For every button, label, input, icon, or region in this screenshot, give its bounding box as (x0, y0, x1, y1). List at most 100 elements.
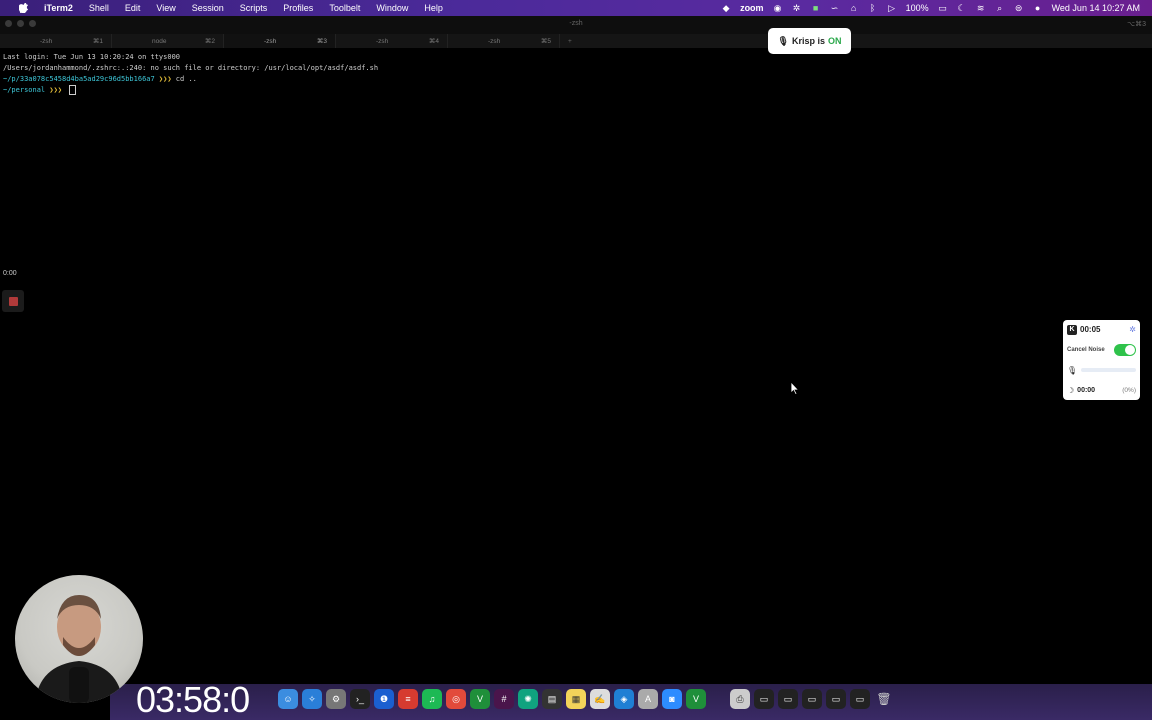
signature-app-icon[interactable]: ✍ (590, 689, 610, 709)
menu-item-shell[interactable]: Shell (81, 3, 117, 13)
minimized-window-icon[interactable]: ▭ (802, 689, 822, 709)
terminal-line: /Users/jordanhammond/.zshrc:.:240: no su… (3, 64, 379, 72)
todoist-icon[interactable]: ≡ (398, 689, 418, 709)
terminal-line: ~/personal ❯❯❯ (3, 85, 378, 96)
onepassword-icon[interactable]: ◉ (773, 3, 783, 13)
tab-shortcut: ⌘2 (204, 38, 215, 45)
tab-1[interactable]: -zsh ⌘1 (0, 34, 112, 48)
terminal-command: cd .. (175, 75, 197, 83)
krisp-toast-label: Krisp is (791, 36, 825, 46)
menu-bar: iTerm2 Shell Edit View Session Scripts P… (0, 0, 1152, 16)
window-title: -zsh (569, 20, 583, 27)
notes-icon[interactable]: ▦ (566, 689, 586, 709)
menu-item-help[interactable]: Help (416, 3, 451, 13)
tab-2[interactable]: node ⌘2 (112, 34, 224, 48)
text-cursor (69, 85, 77, 95)
minimized-window-icon[interactable]: ▭ (754, 689, 774, 709)
prompt-symbol: ❯❯❯ (154, 75, 176, 83)
siri-icon[interactable]: ● (1033, 3, 1043, 13)
tab-label: -zsh (264, 37, 277, 45)
bluetooth-icon[interactable]: ᛒ (868, 3, 878, 13)
krisp-bottom-timer: 00:00 (1077, 386, 1096, 394)
zoom-app-icon[interactable]: ◙ (662, 689, 682, 709)
vim-alt-icon[interactable]: V (686, 689, 706, 709)
menu-item-app[interactable]: iTerm2 (36, 3, 81, 13)
play-icon[interactable]: ▷ (887, 3, 897, 13)
moon-icon[interactable]: ☾ (957, 3, 967, 13)
new-tab-button[interactable]: + (560, 34, 580, 48)
vim-icon[interactable]: V (470, 689, 490, 709)
menubar-clock[interactable]: Wed Jun 14 10:27 AM (1052, 3, 1140, 13)
cancel-noise-toggle[interactable] (1114, 343, 1136, 356)
tab-5[interactable]: -zsh ⌘5 (448, 34, 560, 48)
tab-3[interactable]: -zsh ⌘3 (224, 34, 336, 48)
tab-shortcut: ⌘4 (428, 38, 439, 45)
stop-icon (8, 296, 18, 306)
minimized-window-icon[interactable]: ▭ (850, 689, 870, 709)
menu-item-session[interactable]: Session (184, 3, 232, 13)
chatgpt-icon[interactable]: ✺ (518, 689, 538, 709)
home-icon[interactable]: ⌂ (849, 3, 859, 13)
tab-shortcut: ⌘1 (92, 38, 103, 45)
signature-icon[interactable]: ∽ (830, 3, 840, 13)
dropbox-icon[interactable]: ◆ (721, 3, 731, 13)
krisp-timer: 00:05 (1080, 325, 1101, 334)
system-preferences-icon[interactable]: ⚙ (326, 689, 346, 709)
stop-recording-button[interactable] (2, 290, 24, 312)
krisp-widget: K 00:05 ✲ Cancel Noise 🎙 ☽ 00:00 (0%) (1063, 320, 1140, 400)
battery-icon[interactable]: ▭ (938, 3, 948, 13)
slack-icon[interactable]: # (494, 689, 514, 709)
control-center-icon[interactable]: ⊜ (1014, 3, 1024, 13)
menu-item-scripts[interactable]: Scripts (232, 3, 276, 13)
search-icon[interactable]: ⌕ (995, 3, 1005, 13)
terminal-output[interactable]: Last login: Tue Jun 13 10:20:24 on ttys0… (3, 52, 378, 96)
safari-icon[interactable]: ✧ (302, 689, 322, 709)
chrome-icon[interactable]: ◎ (446, 689, 466, 709)
webcam-overlay (15, 575, 143, 703)
app-store-icon[interactable]: A (638, 689, 658, 709)
tab-shortcut: ⌘3 (316, 38, 327, 45)
tab-label: -zsh (488, 37, 501, 45)
mic-level-meter (1081, 368, 1136, 372)
menu-item-edit[interactable]: Edit (117, 3, 149, 13)
window-shortcut: ⌥⌘3 (1127, 21, 1146, 28)
gear-icon[interactable]: ✲ (792, 3, 802, 13)
settings-icon[interactable]: ✲ (1129, 325, 1136, 334)
finder-icon[interactable]: ☺ (278, 689, 298, 709)
apple-icon[interactable] (10, 3, 36, 13)
moon-icon: ☽ (1067, 385, 1075, 395)
krisp-logo-icon: K (1067, 324, 1077, 335)
menu-item-profiles[interactable]: Profiles (275, 3, 321, 13)
tab-bar: -zsh ⌘1 node ⌘2 -zsh ⌘3 -zsh ⌘4 -zsh ⌘5 … (0, 34, 1152, 48)
krisp-toast: 🎙 Krisp is ON (768, 28, 851, 54)
minimized-window-icon[interactable]: ▭ (778, 689, 798, 709)
minimized-window-icon[interactable]: ▭ (826, 689, 846, 709)
menu-item-window[interactable]: Window (368, 3, 416, 13)
tab-label: node (152, 37, 167, 45)
activity-monitor-icon[interactable]: ▤ (542, 689, 562, 709)
spotify-icon[interactable]: ♫ (422, 689, 442, 709)
terminal-icon[interactable]: ›_ (350, 689, 370, 709)
menu-item-toolbelt[interactable]: Toolbelt (321, 3, 368, 13)
zoom-status[interactable]: zoom (740, 3, 764, 13)
tab-shortcut: ⌘5 (540, 38, 551, 45)
tab-label: -zsh (376, 37, 389, 45)
menu-item-view[interactable]: View (148, 3, 183, 13)
mouse-pointer-icon (790, 380, 800, 399)
trash-icon[interactable]: 🗑 (874, 689, 894, 709)
krisp-mic-icon: 🎙 (777, 35, 789, 46)
printer-icon[interactable]: ⎙ (730, 689, 750, 709)
terminal-line: ~/p/33a078c5458d4ba5ad29c96d5bb166a7 ❯❯❯… (3, 74, 378, 85)
presenter-video-icon (35, 595, 123, 703)
microphone-icon[interactable]: 🎙 (1067, 366, 1077, 375)
krisp-icon[interactable]: ■ (811, 3, 821, 13)
overlay-timer: 03:58:0 (136, 679, 250, 720)
prompt-path: ~/p/33a078c5458d4ba5ad29c96d5bb166a7 (3, 75, 155, 83)
vscode-icon[interactable]: ◈ (614, 689, 634, 709)
onepassword-app-icon[interactable]: ❶ (374, 689, 394, 709)
wifi-icon[interactable]: ≋ (976, 3, 986, 13)
krisp-toast-state: ON (827, 36, 842, 46)
prompt-symbol: ❯❯❯ (45, 86, 67, 94)
tab-4[interactable]: -zsh ⌘4 (336, 34, 448, 48)
krisp-bottom-percent: (0%) (1122, 386, 1136, 394)
